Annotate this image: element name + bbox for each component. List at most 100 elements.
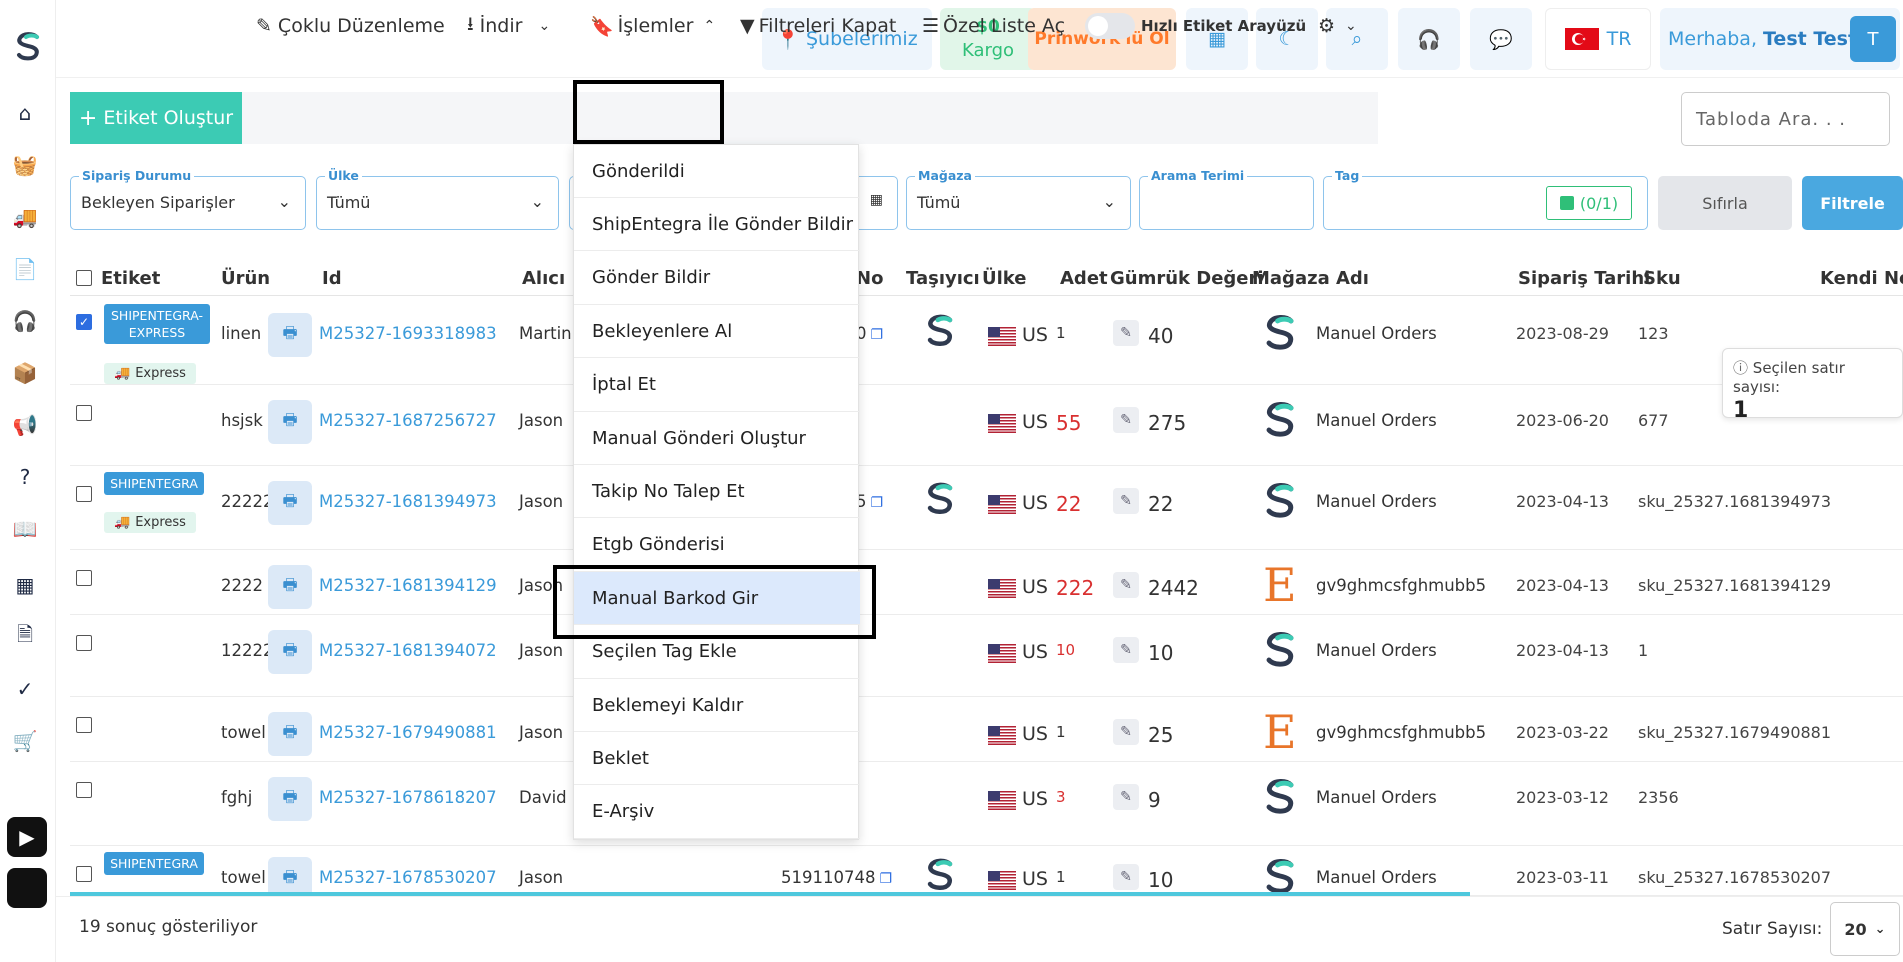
menu-item[interactable]: Beklemeyi Kaldır	[574, 679, 860, 732]
menu-item[interactable]: Bekleyenlere Al	[574, 305, 860, 359]
row-checkbox[interactable]	[76, 717, 92, 733]
header-label[interactable]: Etiket	[101, 268, 160, 289]
edit-value-button[interactable]: ✎	[1113, 488, 1139, 514]
print-button[interactable]: 🖶	[268, 400, 312, 444]
reset-button[interactable]: Sıfırla	[1658, 176, 1792, 230]
check-icon[interactable]: ✓	[10, 674, 40, 704]
header-id[interactable]: Id	[322, 268, 342, 289]
menu-item[interactable]: E-Arşiv	[574, 786, 860, 839]
row-checkbox[interactable]	[76, 570, 92, 586]
support-button[interactable]: 🎧	[1398, 8, 1460, 70]
basket-icon[interactable]: 🧺	[10, 150, 40, 180]
edit-value-button[interactable]: ✎	[1113, 407, 1139, 433]
megaphone-icon[interactable]: 📢	[10, 410, 40, 440]
quick-label-toggle[interactable]: Hızlı Etiket Arayüzü	[1085, 0, 1306, 52]
order-id-link[interactable]: M25327-1681394129	[319, 576, 497, 595]
close-filters-button[interactable]: ▼ Filtreleri Kapat	[740, 0, 896, 52]
apple-icon[interactable]	[7, 868, 47, 908]
shipentegra-logo[interactable]	[10, 28, 46, 64]
print-button[interactable]: 🖶	[268, 565, 312, 609]
menu-item[interactable]: Beklet	[574, 732, 860, 786]
language-selector[interactable]: TR	[1545, 8, 1651, 70]
edit-value-button[interactable]: ✎	[1113, 864, 1139, 890]
order-id-link[interactable]: M25327-1678618207	[319, 788, 497, 807]
cart-icon[interactable]: 🛒	[10, 726, 40, 756]
row-checkbox[interactable]	[76, 486, 92, 502]
document-icon[interactable]: 📄	[10, 254, 40, 284]
copy-icon[interactable]: ❐	[879, 871, 892, 887]
select-all-checkbox[interactable]	[76, 270, 92, 286]
order-id-link[interactable]: M25327-1681394072	[319, 641, 497, 660]
menu-item[interactable]: Seçilen Tag Ekle	[574, 626, 860, 679]
edit-value-button[interactable]: ✎	[1113, 719, 1139, 745]
menu-item[interactable]: Gönder Bildir	[574, 252, 860, 305]
edit-value-button[interactable]: ✎	[1113, 784, 1139, 810]
order-id-link[interactable]: M25327-1693318983	[319, 324, 497, 343]
order-id-link[interactable]: M25327-1678530207	[319, 868, 497, 887]
order-id-link[interactable]: M25327-1681394973	[319, 492, 497, 511]
header-carrier[interactable]: Taşıyıcı	[906, 268, 980, 289]
rows-per-page-select[interactable]: 20 ⌄	[1830, 902, 1900, 956]
table-row[interactable]: SHIPENTEGRA towel 🖶 M25327-1678530207 Jason 5…	[70, 846, 1903, 901]
search-term-input[interactable]: Arama Terimi	[1139, 168, 1314, 230]
table-row[interactable]: fghj 🖶 M25327-1678618207 David US 3 ✎ 9 Manuel O…	[70, 762, 1903, 846]
print-button[interactable]: 🖶	[268, 777, 312, 821]
header-own-note[interactable]: Kendi Not	[1820, 268, 1903, 289]
menu-item[interactable]: Etgb Gönderisi	[574, 519, 860, 572]
header-order-date[interactable]: Sipariş Tarihi	[1518, 268, 1650, 289]
menu-item[interactable]: Manual Barkod Gir	[574, 572, 860, 626]
google-play-icon[interactable]: ▶	[7, 817, 47, 857]
order-status-select[interactable]: Sipariş Durumu Bekleyen Siparişler ⌄	[70, 168, 306, 230]
table-search-input[interactable]: Tabloda Ara. . .	[1681, 92, 1890, 146]
file-icon[interactable]: 🗎	[10, 622, 40, 652]
create-label-button[interactable]: + Etiket Oluştur	[70, 92, 242, 144]
menu-item[interactable]: Manual Gönderi Oluştur	[574, 412, 860, 465]
edit-value-button[interactable]: ✎	[1113, 320, 1139, 346]
row-checkbox[interactable]	[76, 866, 92, 882]
bulk-edit-button[interactable]: ✎ Çoklu Düzenleme	[256, 0, 445, 52]
table-row[interactable]: hsjsk 🖶 M25327-1687256727 Jason US 55 ✎ 275 Manu…	[70, 385, 1903, 466]
menu-item[interactable]: Gönderildi	[574, 145, 860, 198]
table-row[interactable]: SHIPENTEGRA 🚚 Express 22222 🖶 M25327-16813949…	[70, 466, 1903, 550]
print-button[interactable]: 🖶	[268, 712, 312, 756]
calculator-icon[interactable]: ▦	[10, 570, 40, 600]
actions-button[interactable]: 🔖 İşlemler ⌃	[590, 0, 715, 52]
filter-button[interactable]: Filtrele	[1802, 176, 1903, 230]
print-button[interactable]: 🖶	[268, 313, 312, 357]
custom-list-button[interactable]: ☰ Özel Liste Aç	[922, 0, 1065, 52]
header-tracking-no[interactable]: No	[856, 268, 883, 289]
menu-item[interactable]: Takip No Talep Et	[574, 465, 860, 519]
headset-icon[interactable]: 🎧	[10, 306, 40, 336]
header-quantity[interactable]: Adet	[1060, 268, 1108, 289]
menu-item[interactable]: İptal Et	[574, 359, 860, 412]
row-checkbox[interactable]: ✓	[76, 314, 92, 330]
tag-counter[interactable]: (0/1)	[1546, 186, 1632, 220]
store-select[interactable]: Mağaza Tümü ⌄	[906, 168, 1131, 230]
header-country[interactable]: Ülke	[982, 268, 1026, 289]
print-button[interactable]: 🖶	[268, 630, 312, 674]
table-row[interactable]: 12222 🖶 M25327-1681394072 Jason US 10 ✎ 10 Manue…	[70, 615, 1903, 697]
box-icon[interactable]: 📦	[10, 358, 40, 388]
truck-icon[interactable]: 🚚	[10, 202, 40, 232]
user-menu[interactable]: Merhaba, Test Test T	[1660, 8, 1900, 70]
copy-icon[interactable]: ❐	[871, 327, 884, 343]
country-select[interactable]: Ülke Tümü ⌄	[316, 168, 559, 230]
row-checkbox[interactable]	[76, 782, 92, 798]
header-customs-value[interactable]: Gümrük Değeri	[1110, 268, 1264, 289]
chat-button[interactable]: 💬	[1470, 8, 1532, 70]
header-sku[interactable]: Sku	[1643, 268, 1681, 289]
home-icon[interactable]: ⌂	[10, 98, 40, 128]
header-recipient[interactable]: Alıcı	[522, 268, 565, 289]
copy-icon[interactable]: ❐	[871, 495, 884, 511]
print-button[interactable]: 🖶	[268, 481, 312, 525]
edit-value-button[interactable]: ✎	[1113, 637, 1139, 663]
download-button[interactable]: ⭳ İndir ⌄	[467, 0, 550, 52]
header-product[interactable]: Ürün	[221, 268, 270, 289]
row-checkbox[interactable]	[76, 405, 92, 421]
toggle-switch[interactable]	[1085, 13, 1135, 39]
tag-input[interactable]: Tag (0/1)	[1323, 168, 1648, 230]
help-icon[interactable]: ?	[10, 462, 40, 492]
edit-value-button[interactable]: ✎	[1113, 572, 1139, 598]
table-row[interactable]: 2222 🖶 M25327-1681394129 Jason US 222 ✎ 2442 Egv…	[70, 550, 1903, 615]
row-checkbox[interactable]	[76, 635, 92, 651]
